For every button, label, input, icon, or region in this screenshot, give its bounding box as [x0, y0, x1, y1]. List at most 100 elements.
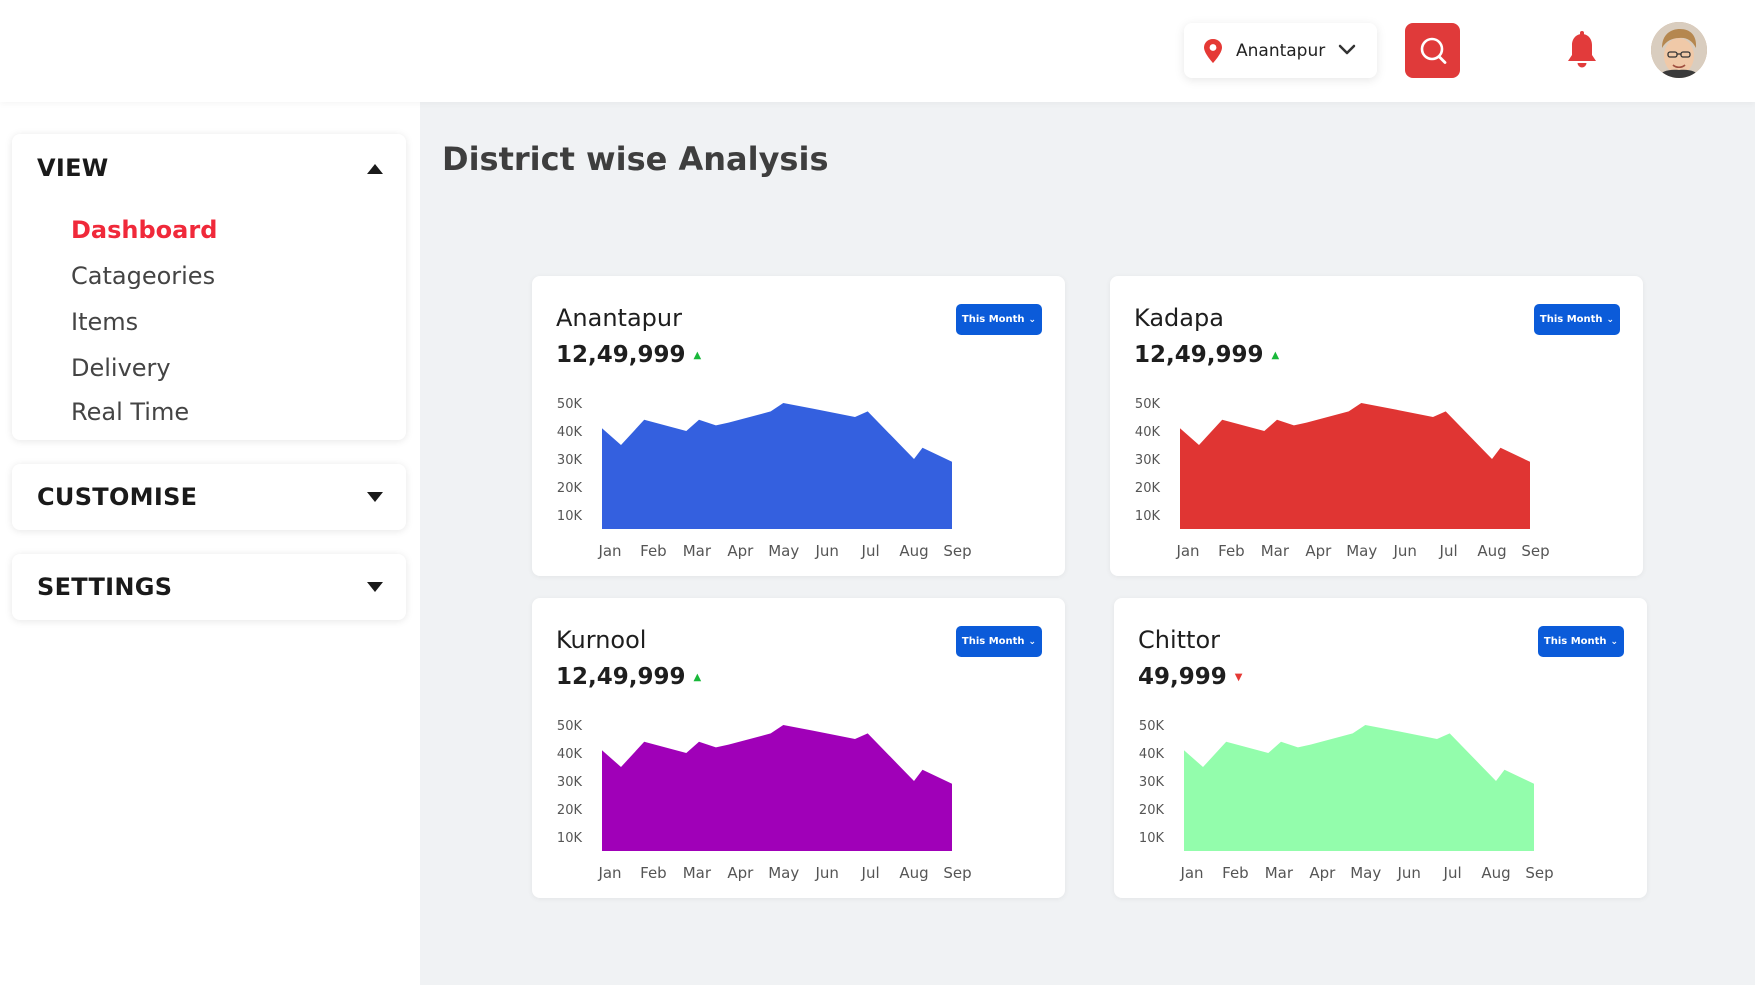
y-tick-label: 20K — [557, 803, 583, 818]
x-tick-label: Sep — [943, 542, 971, 560]
area-series — [602, 725, 952, 851]
location-selector[interactable]: Anantapur — [1184, 23, 1377, 78]
district-value: 12,49,999 ▲ — [556, 664, 701, 690]
chevron-down-icon: ⌄ — [1028, 636, 1037, 647]
chevron-down-icon: ⌄ — [1606, 314, 1615, 325]
top-header: Anantapur — [0, 0, 1755, 102]
x-tick-label: Sep — [943, 864, 971, 882]
sidebar: VIEW Dashboard Catageories Items Deliver… — [0, 102, 420, 985]
main-content: District wise Analysis Anantapur 12,49,9… — [420, 102, 1755, 985]
district-value: 12,49,999 ▲ — [1134, 342, 1279, 368]
y-tick-label: 30K — [1135, 453, 1161, 468]
x-tick-label: Jun — [814, 864, 838, 882]
x-tick-label: Feb — [1222, 864, 1249, 882]
caret-down-icon[interactable] — [366, 491, 384, 503]
district-value: 12,49,999 ▲ — [556, 342, 701, 368]
x-tick-label: May — [1346, 542, 1377, 560]
caret-down-icon[interactable] — [366, 581, 384, 593]
value-text: 12,49,999 — [556, 664, 686, 690]
chevron-down-icon — [1338, 44, 1356, 55]
y-tick-label: 20K — [1139, 803, 1165, 818]
district-card: Anantapur 12,49,999 ▲ This Month ⌄ 50K 40K 3… — [532, 276, 1065, 576]
trend-down-icon: ▼ — [1234, 672, 1243, 683]
trend-up-icon: ▲ — [693, 350, 702, 361]
avatar[interactable] — [1651, 22, 1707, 78]
view-heading[interactable]: VIEW — [37, 154, 109, 182]
customise-panel[interactable]: CUSTOMISE — [12, 464, 406, 530]
x-tick-label: Apr — [727, 864, 754, 882]
period-dropdown[interactable]: This Month ⌄ — [956, 626, 1042, 657]
x-tick-label: Jan — [1175, 542, 1199, 560]
y-tick-label: 10K — [1139, 831, 1165, 846]
x-tick-label: Aug — [1477, 542, 1506, 560]
settings-heading: SETTINGS — [37, 573, 173, 601]
caret-up-icon[interactable] — [366, 163, 384, 175]
search-icon — [1420, 37, 1446, 64]
district-name: Chittor — [1138, 626, 1221, 654]
y-tick-label: 10K — [557, 509, 583, 524]
x-tick-label: Jan — [1179, 864, 1203, 882]
sidebar-item-catageories[interactable]: Catageories — [71, 262, 215, 290]
y-tick-label: 10K — [1135, 509, 1161, 524]
x-tick-label: Apr — [1305, 542, 1332, 560]
x-tick-label: Aug — [899, 542, 928, 560]
sidebar-item-dashboard[interactable]: Dashboard — [71, 216, 217, 244]
period-label: This Month — [961, 636, 1025, 647]
bell-icon[interactable] — [1565, 31, 1599, 71]
location-label: Anantapur — [1236, 40, 1326, 61]
y-tick-label: 50K — [557, 397, 583, 412]
x-tick-label: Apr — [1309, 864, 1336, 882]
district-card: Chittor 49,999 ▼ This Month ⌄ 50K 40K 30K 20K… — [1114, 598, 1647, 898]
x-tick-label: May — [1350, 864, 1381, 882]
y-tick-label: 40K — [1135, 425, 1161, 440]
x-tick-label: Sep — [1525, 864, 1553, 882]
area-series — [1184, 725, 1534, 851]
district-name: Anantapur — [556, 304, 682, 332]
x-tick-label: Aug — [1481, 864, 1510, 882]
period-dropdown[interactable]: This Month ⌄ — [1538, 626, 1624, 657]
value-text: 49,999 — [1138, 664, 1227, 690]
period-dropdown[interactable]: This Month ⌄ — [956, 304, 1042, 335]
y-tick-label: 50K — [557, 719, 583, 734]
period-dropdown[interactable]: This Month ⌄ — [1534, 304, 1620, 335]
sidebar-item-items[interactable]: Items — [71, 308, 138, 336]
y-tick-label: 20K — [557, 481, 583, 496]
x-tick-label: Jul — [861, 542, 880, 560]
x-tick-label: Jun — [814, 542, 838, 560]
value-text: 12,49,999 — [1134, 342, 1264, 368]
user-avatar-icon — [1651, 22, 1707, 78]
y-tick-label: 30K — [1139, 775, 1165, 790]
y-tick-label: 50K — [1139, 719, 1165, 734]
y-tick-label: 50K — [1135, 397, 1161, 412]
y-tick-label: 20K — [1135, 481, 1161, 496]
area-chart: 50K 40K 30K 20K 10K Jan Feb Mar Apr May Jun Jul Aug S… — [557, 397, 972, 560]
y-tick-label: 40K — [557, 747, 583, 762]
x-tick-label: Feb — [640, 864, 667, 882]
view-panel: VIEW Dashboard Catageories Items Deliver… — [12, 134, 406, 440]
x-tick-label: Jun — [1392, 542, 1416, 560]
y-tick-label: 40K — [1139, 747, 1165, 762]
x-tick-label: Mar — [1261, 542, 1290, 560]
period-label: This Month — [1539, 314, 1603, 325]
district-card: Kadapa 12,49,999 ▲ This Month ⌄ 50K 40K 30K 2… — [1110, 276, 1643, 576]
x-tick-label: Jul — [1439, 542, 1458, 560]
x-tick-label: Apr — [727, 542, 754, 560]
district-card: Kurnool 12,49,999 ▲ This Month ⌄ 50K 40K 30K… — [532, 598, 1065, 898]
y-tick-label: 10K — [557, 831, 583, 846]
x-tick-label: Aug — [899, 864, 928, 882]
search-button[interactable] — [1405, 23, 1460, 78]
x-tick-label: Jul — [861, 864, 880, 882]
x-tick-label: Mar — [1265, 864, 1294, 882]
area-chart: 50K 40K 30K 20K 10K Jan Feb Mar Apr May Jun Jul Aug S… — [1139, 719, 1554, 882]
x-tick-label: Feb — [640, 542, 667, 560]
sidebar-item-real-time[interactable]: Real Time — [71, 398, 189, 426]
y-tick-label: 30K — [557, 775, 583, 790]
area-series — [602, 403, 952, 529]
map-pin-icon — [1204, 38, 1222, 63]
x-tick-label: Sep — [1521, 542, 1549, 560]
customise-heading: CUSTOMISE — [37, 483, 198, 511]
settings-panel[interactable]: SETTINGS — [12, 554, 406, 620]
sidebar-item-delivery[interactable]: Delivery — [71, 354, 171, 382]
x-tick-label: Jan — [597, 542, 621, 560]
y-tick-label: 30K — [557, 453, 583, 468]
